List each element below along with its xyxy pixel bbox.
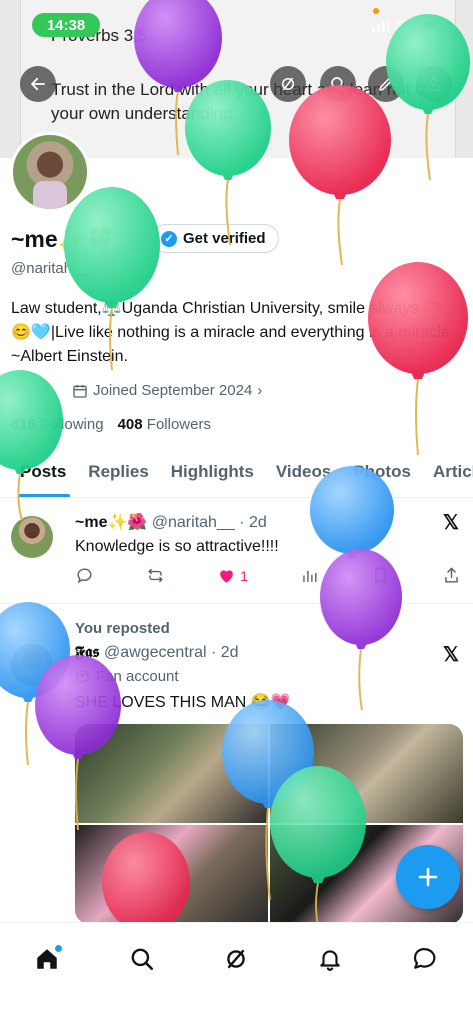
- views-icon: [303, 570, 317, 582]
- like-button[interactable]: 1: [217, 566, 248, 585]
- post-avatar[interactable]: [11, 644, 53, 686]
- followers-link[interactable]: 408 Followers: [118, 416, 211, 433]
- post-photo[interactable]: [270, 724, 463, 823]
- x-logo-icon: 𝕏: [442, 512, 459, 534]
- post-author-name: 𝕱𝖆𝖘: [75, 644, 100, 661]
- post-avatar[interactable]: [11, 516, 53, 558]
- search-button[interactable]: [320, 66, 356, 102]
- grok-button[interactable]: [270, 66, 306, 102]
- repost-label: You reposted: [75, 620, 170, 637]
- profile-name-text: ~me: [11, 226, 58, 252]
- share-button[interactable]: [416, 66, 452, 102]
- share-icon: [427, 76, 441, 91]
- nav-grok[interactable]: [214, 937, 258, 981]
- network-label: 5G: [396, 18, 415, 34]
- notification-dot: [55, 945, 62, 952]
- repost-button[interactable]: [146, 566, 165, 585]
- post-author-name: ~me✨🌺: [75, 514, 148, 531]
- grok-icon: [282, 77, 294, 91]
- profile-bio: Law student,⚖️Uganda Christian Universit…: [11, 300, 450, 365]
- signal-icon: [372, 20, 391, 32]
- plus-icon: [418, 867, 438, 887]
- tab-replies[interactable]: Replies: [88, 452, 148, 497]
- privacy-indicator: [373, 8, 379, 14]
- profile-handle: @naritah__: [11, 260, 89, 277]
- tab-articles[interactable]: Articles: [433, 452, 473, 497]
- tab-photos[interactable]: Photos: [353, 452, 411, 497]
- x-logo-icon: 𝕏: [442, 644, 459, 666]
- chevron-right-icon[interactable]: ›: [257, 382, 262, 399]
- status-indicators: 5G: [372, 18, 445, 34]
- search-icon: [331, 77, 346, 92]
- post-author-handle: @naritah__: [151, 514, 235, 531]
- post-item[interactable]: ~me✨🌺 @naritah__ · 2d 𝕏 Knowledge is so …: [0, 500, 473, 604]
- following-label: Following: [40, 416, 104, 433]
- bookmark-button[interactable]: [371, 566, 390, 585]
- compose-button[interactable]: [396, 845, 460, 909]
- verified-badge-icon: ✓: [161, 230, 177, 247]
- reply-button[interactable]: [75, 566, 94, 585]
- nav-home[interactable]: [25, 937, 69, 981]
- follow-stats: 616 Following 408 Followers: [11, 416, 211, 433]
- search-icon: [131, 948, 154, 971]
- views-button[interactable]: [300, 566, 319, 585]
- get-verified-button[interactable]: ✓ Get verified: [152, 224, 279, 253]
- following-count: 616: [11, 416, 37, 433]
- post-separator: ·: [206, 644, 221, 661]
- following-link[interactable]: 616 Following: [11, 416, 104, 433]
- post-actions: 1: [75, 566, 461, 585]
- followers-count: 408: [117, 416, 143, 433]
- tab-highlights[interactable]: Highlights: [171, 452, 254, 497]
- post-text: Knowledge is so attractive!!!!: [75, 538, 279, 555]
- post-photo[interactable]: [75, 825, 268, 924]
- profile-name: ~me✨🍀: [11, 226, 115, 253]
- post-header: ~me✨🌺 @naritah__ · 2d: [75, 512, 267, 532]
- bookmark-icon: [374, 567, 386, 584]
- tab-videos[interactable]: Videos: [276, 452, 331, 497]
- post-author-handle: @awgecentral: [104, 644, 207, 661]
- heart-icon: [220, 570, 233, 583]
- post-time: 2d: [220, 644, 239, 661]
- followers-label: Followers: [146, 416, 211, 433]
- fan-account-icon: [76, 670, 89, 683]
- nav-notifications[interactable]: [308, 937, 352, 981]
- nav-messages[interactable]: [403, 937, 447, 981]
- get-verified-label: Get verified: [183, 230, 266, 247]
- post-time: 2d: [248, 514, 267, 531]
- tab-posts[interactable]: Posts: [17, 452, 71, 497]
- repost-indicator: You reposted: [75, 620, 170, 637]
- battery-icon: [421, 20, 445, 32]
- post-photo[interactable]: [75, 724, 268, 823]
- edit-icon: [379, 78, 392, 91]
- post-separator: ·: [234, 514, 249, 531]
- bell-icon: [320, 950, 340, 971]
- joined-date: Joined September 2024 ›: [72, 382, 262, 399]
- nav-search[interactable]: [120, 937, 164, 981]
- back-arrow-icon: [31, 77, 45, 91]
- bottom-navigation: [0, 922, 473, 1024]
- post-text: SHE LOVES THIS MAN 😂💗: [75, 694, 291, 711]
- grok-icon: [227, 949, 245, 969]
- share-post-button[interactable]: [442, 566, 461, 585]
- edit-button[interactable]: [368, 66, 404, 102]
- calendar-icon: [73, 384, 87, 398]
- fan-account-text: Fan account: [96, 668, 179, 685]
- status-time: 14:38: [32, 13, 100, 37]
- repost-icon: [148, 568, 163, 583]
- post-header: 𝕱𝖆𝖘 @awgecentral · 2d: [75, 644, 239, 662]
- reply-icon: [77, 568, 92, 584]
- share-icon: [445, 567, 458, 583]
- profile-tabs: Posts Replies Highlights Videos Photos A…: [0, 452, 473, 498]
- message-icon: [413, 948, 436, 969]
- joined-label: Joined September 2024: [93, 382, 253, 399]
- back-button[interactable]: [20, 66, 56, 102]
- fan-account-label: Fan account: [75, 668, 179, 685]
- profile-name-emoji: ✨🍀: [57, 226, 115, 252]
- profile-avatar[interactable]: [10, 132, 90, 212]
- like-count: 1: [240, 567, 248, 584]
